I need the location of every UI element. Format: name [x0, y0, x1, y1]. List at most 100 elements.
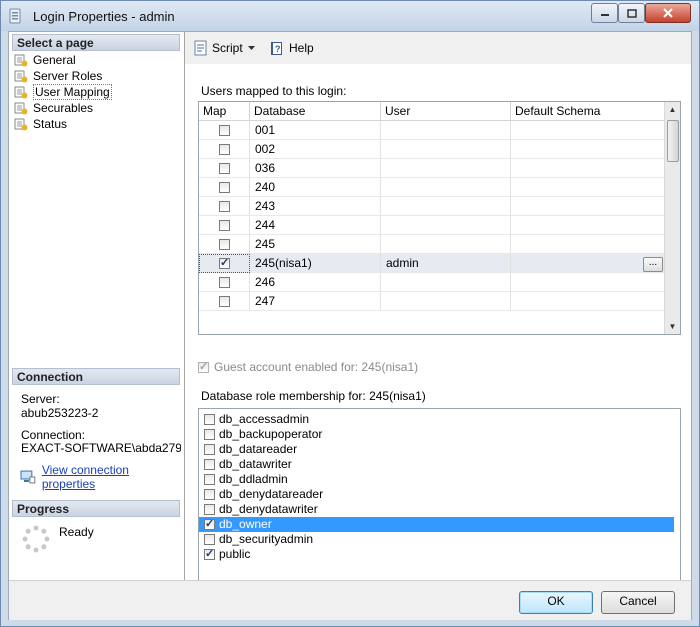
svg-text:?: ?	[275, 44, 281, 54]
user-cell[interactable]	[381, 140, 511, 159]
page-server-roles[interactable]: Server Roles	[14, 68, 102, 84]
close-button[interactable]	[645, 3, 691, 23]
role-item-db-backupoperator[interactable]: db_backupoperator	[199, 427, 674, 442]
schema-cell[interactable]	[511, 292, 664, 311]
role-item-db-datawriter[interactable]: db_datawriter	[199, 457, 674, 472]
schema-cell[interactable]	[511, 216, 664, 235]
view-connection-link[interactable]: View connection properties	[42, 463, 184, 491]
role-label: db_denydatareader	[219, 487, 324, 501]
map-checkbox[interactable]	[219, 201, 230, 212]
column-header-user[interactable]: User	[381, 102, 511, 120]
role-label: db_accessadmin	[219, 412, 310, 426]
table-row[interactable]: 036	[199, 159, 664, 178]
script-button[interactable]: Script	[193, 39, 255, 57]
schema-cell[interactable]	[511, 140, 664, 159]
login-properties-window: Login Properties - admin Select a page G…	[0, 0, 700, 627]
view-connection-properties[interactable]: View connection properties	[20, 463, 184, 491]
role-checkbox[interactable]	[204, 459, 215, 470]
help-button[interactable]: ? Help	[269, 39, 314, 57]
role-checkbox[interactable]	[204, 534, 215, 545]
user-cell[interactable]	[381, 216, 511, 235]
schema-cell[interactable]	[511, 273, 664, 292]
page-securables[interactable]: Securables	[14, 100, 93, 116]
map-checkbox[interactable]	[219, 296, 230, 307]
map-checkbox[interactable]	[219, 182, 230, 193]
role-checkbox[interactable]	[204, 474, 215, 485]
role-item-public[interactable]: public	[199, 547, 674, 562]
role-checkbox[interactable]	[204, 504, 215, 515]
table-row[interactable]: 001	[199, 121, 664, 140]
user-cell[interactable]	[381, 197, 511, 216]
schema-cell[interactable]	[511, 235, 664, 254]
user-cell[interactable]	[381, 178, 511, 197]
maximize-button[interactable]	[618, 3, 645, 23]
database-cell: 243	[250, 197, 381, 216]
role-checkbox[interactable]	[204, 549, 215, 560]
role-item-db-denydatareader[interactable]: db_denydatareader	[199, 487, 674, 502]
chevron-down-icon	[247, 45, 255, 50]
table-row[interactable]: 245	[199, 235, 664, 254]
schema-cell[interactable]	[511, 197, 664, 216]
cancel-button[interactable]: Cancel	[601, 591, 675, 614]
scroll-down-arrow-icon[interactable]: ▼	[665, 319, 680, 334]
schema-cell[interactable]	[511, 178, 664, 197]
maximize-icon	[626, 8, 637, 18]
map-checkbox[interactable]	[219, 277, 230, 288]
grid-vertical-scrollbar[interactable]: ▲ ▼	[664, 102, 680, 334]
table-row[interactable]: 002	[199, 140, 664, 159]
map-checkbox[interactable]	[219, 163, 230, 174]
role-checkbox[interactable]	[204, 444, 215, 455]
user-cell[interactable]	[381, 292, 511, 311]
role-checkbox[interactable]	[204, 429, 215, 440]
table-row-selected[interactable]: 245(nisa1) admin ...	[199, 254, 664, 273]
role-checkbox[interactable]	[204, 519, 215, 530]
role-item-db-datareader[interactable]: db_datareader	[199, 442, 674, 457]
map-checkbox[interactable]	[219, 125, 230, 136]
schema-cell[interactable]	[511, 254, 664, 273]
role-item-db-owner[interactable]: db_owner	[199, 517, 674, 532]
user-cell[interactable]: admin	[381, 254, 511, 273]
role-item-db-denydatawriter[interactable]: db_denydatawriter	[199, 502, 674, 517]
user-cell[interactable]	[381, 121, 511, 140]
role-item-db-accessadmin[interactable]: db_accessadmin	[199, 412, 674, 427]
column-header-map[interactable]: Map	[199, 102, 250, 120]
map-checkbox[interactable]	[219, 258, 230, 269]
page-icon	[14, 54, 28, 67]
role-label: db_securityadmin	[219, 532, 314, 546]
role-label: db_datawriter	[219, 457, 292, 471]
right-pane: Script ? Help Users mapped to this login…	[185, 32, 691, 604]
table-row[interactable]: 246	[199, 273, 664, 292]
column-header-database[interactable]: Database	[250, 102, 381, 120]
map-checkbox[interactable]	[219, 220, 230, 231]
table-row[interactable]: 240	[199, 178, 664, 197]
title-bar[interactable]: Login Properties - admin	[1, 1, 699, 31]
role-checkbox[interactable]	[204, 414, 215, 425]
table-row[interactable]: 247	[199, 292, 664, 311]
left-pane: Select a page General Server Roles User …	[9, 32, 185, 580]
map-checkbox[interactable]	[219, 239, 230, 250]
page-status[interactable]: Status	[14, 116, 67, 132]
ok-button[interactable]: OK	[519, 591, 593, 614]
user-cell[interactable]	[381, 235, 511, 254]
column-header-default-schema[interactable]: Default Schema	[511, 102, 664, 120]
page-general[interactable]: General	[14, 52, 76, 68]
schema-browse-button[interactable]: ...	[643, 257, 663, 272]
role-checkbox[interactable]	[204, 489, 215, 500]
database-cell: 240	[250, 178, 381, 197]
schema-cell[interactable]	[511, 159, 664, 178]
scroll-up-arrow-icon[interactable]: ▲	[665, 102, 680, 117]
help-icon: ?	[271, 42, 282, 55]
page-user-mapping[interactable]: User Mapping	[14, 84, 112, 100]
schema-cell[interactable]	[511, 121, 664, 140]
role-item-db-securityadmin[interactable]: db_securityadmin	[199, 532, 674, 547]
dialog-button-bar: OK Cancel	[9, 580, 691, 620]
guest-account-option: Guest account enabled for: 245(nisa1)	[198, 360, 418, 374]
role-item-db-ddladmin[interactable]: db_ddladmin	[199, 472, 674, 487]
scroll-thumb[interactable]	[667, 120, 679, 162]
map-checkbox[interactable]	[219, 144, 230, 155]
user-cell[interactable]	[381, 273, 511, 292]
minimize-button[interactable]	[591, 3, 618, 23]
user-cell[interactable]	[381, 159, 511, 178]
table-row[interactable]: 244	[199, 216, 664, 235]
table-row[interactable]: 243	[199, 197, 664, 216]
